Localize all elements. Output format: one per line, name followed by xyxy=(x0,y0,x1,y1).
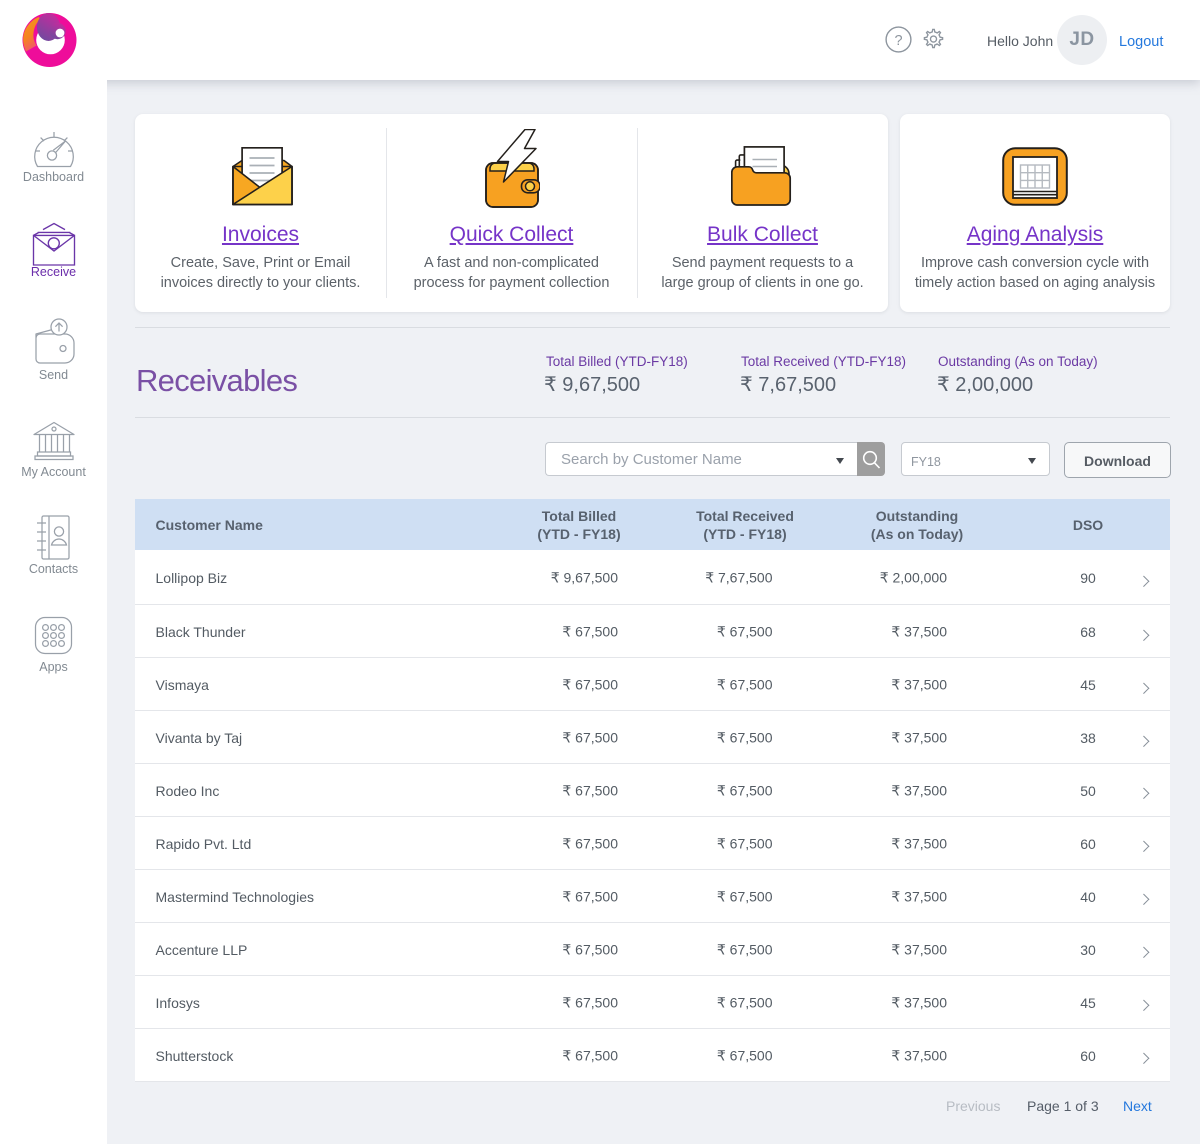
svg-text:?: ? xyxy=(894,33,902,49)
